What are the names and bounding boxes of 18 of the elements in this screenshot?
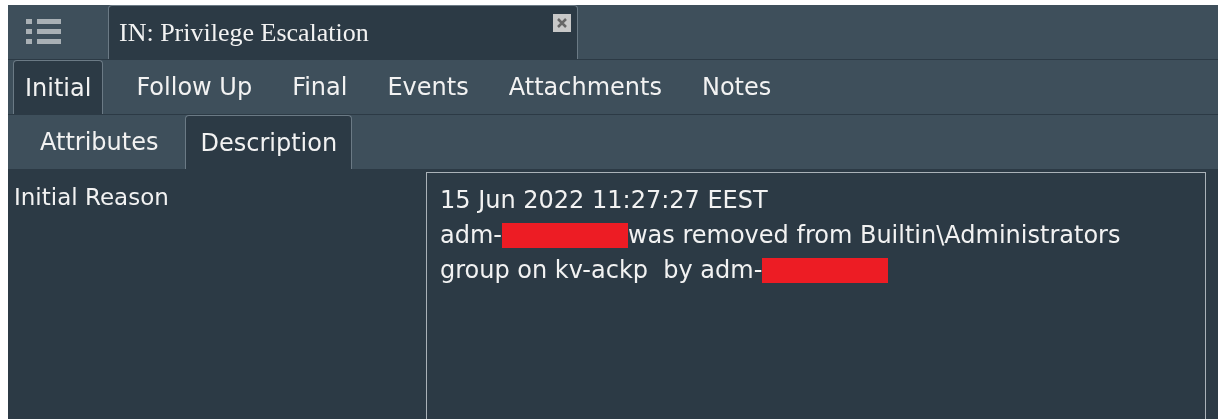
- tab[interactable]: Attachments: [493, 60, 677, 114]
- menu-icon[interactable]: [26, 18, 62, 46]
- tab[interactable]: Description: [185, 115, 353, 169]
- description-field[interactable]: 15 Jun 2022 11:27:27 EEST adm- was removed from Builtin\Administrators group on kv-ackp by adm-: [426, 172, 1206, 419]
- tab[interactable]: Initial: [13, 60, 104, 114]
- tab[interactable]: Follow Up: [121, 60, 268, 114]
- description-text: group on kv-ackp by adm-: [440, 255, 763, 286]
- description-text: adm-: [440, 220, 502, 251]
- tab[interactable]: Events: [372, 60, 484, 114]
- description-text: 15 Jun 2022 11:27:27 EEST: [440, 185, 768, 216]
- description-text: was removed from Builtin\Administrators: [628, 220, 1121, 251]
- document-tab[interactable]: IN: Privilege Escalation: [108, 5, 578, 59]
- tab[interactable]: Final: [277, 60, 363, 114]
- document-title: IN: Privilege Escalation: [119, 17, 369, 49]
- tab[interactable]: Notes: [686, 60, 787, 114]
- field-label: Initial Reason: [14, 184, 169, 210]
- close-icon[interactable]: [553, 14, 571, 32]
- tab[interactable]: Attributes: [13, 115, 186, 169]
